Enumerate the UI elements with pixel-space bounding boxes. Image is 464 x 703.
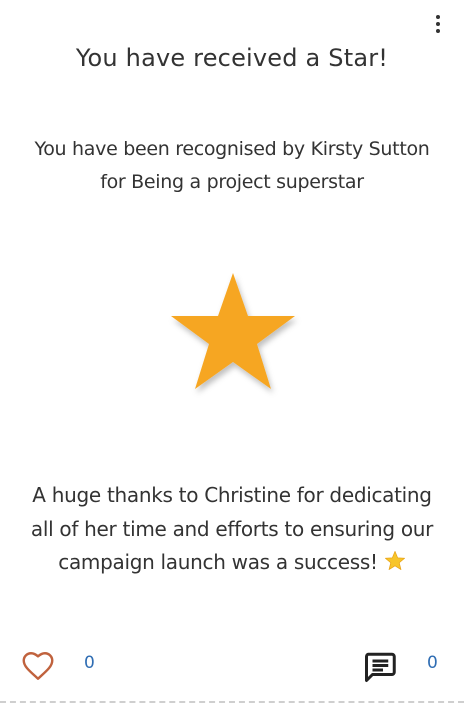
message-line-3: campaign launch was a success! [0, 546, 464, 580]
comment-count: 0 [427, 653, 438, 673]
recognition-line-2: for Being a project superstar [100, 171, 364, 193]
heart-icon[interactable] [20, 648, 56, 684]
card-title: You have received a Star! [75, 44, 389, 72]
recognition-text: You have been recognised by Kirsty Sutto… [0, 133, 464, 199]
message-line-1: A huge thanks to Christine for dedicatin… [32, 483, 432, 507]
comment-icon[interactable] [362, 649, 398, 685]
message-line-2: all of her time and efforts to ensuring … [30, 516, 434, 541]
message-text: A huge thanks to Christine for dedicatin… [0, 479, 464, 580]
recognition-card: You have received a Star! You have been … [0, 0, 464, 703]
recognition-line-1: You have been recognised by Kirsty Sutto… [34, 138, 430, 160]
more-options-icon[interactable] [426, 12, 450, 36]
like-count: 0 [84, 653, 95, 673]
star-icon [164, 268, 302, 400]
message-line-3-text: campaign launch was a success! [58, 550, 378, 574]
star-emoji-icon [384, 551, 405, 570]
card-footer: 0 0 [0, 644, 464, 688]
